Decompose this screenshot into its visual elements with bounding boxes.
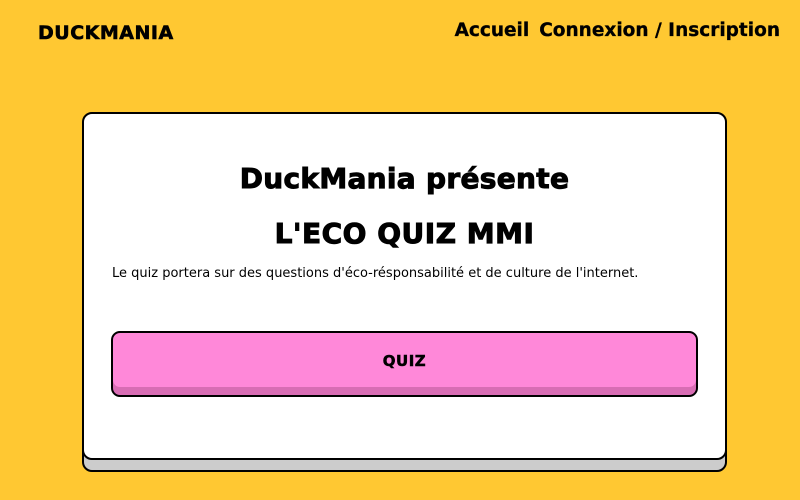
header: DUCKMANIA Accueil Connexion / Inscriptio… [0,0,800,66]
intro-card: DuckMania présente L'ECO QUIZ MMI Le qui… [82,112,727,460]
start-quiz-button-label: QUIZ [382,352,427,371]
page-title: DuckMania présente [239,162,570,196]
nav-link-login[interactable]: Connexion / Inscription [539,20,780,41]
site-logo[interactable]: DUCKMANIA [38,22,174,45]
quiz-description: Le quiz portera sur des questions d'éco-… [112,266,639,281]
quiz-title: L'ECO QUIZ MMI [274,217,535,251]
start-quiz-button[interactable]: QUIZ [111,331,698,397]
nav-link-home[interactable]: Accueil [454,20,529,41]
main-nav: Accueil Connexion / Inscription [454,20,780,41]
